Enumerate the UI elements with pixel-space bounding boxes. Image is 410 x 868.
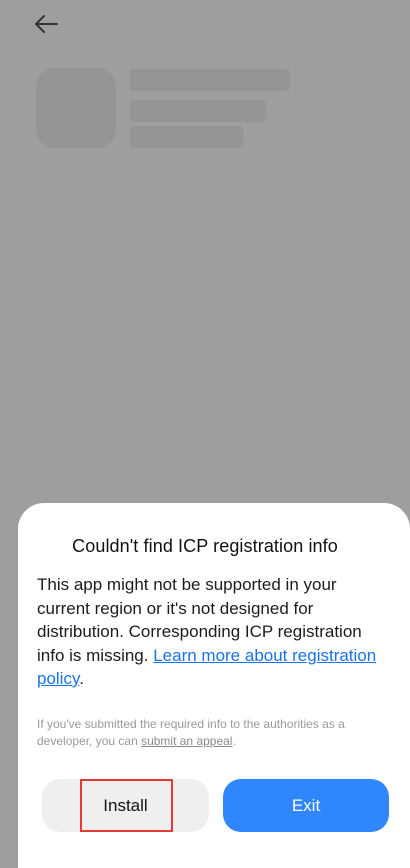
appeal-note: If you've submitted the required info to… xyxy=(37,716,367,749)
app-info-placeholder xyxy=(130,100,266,122)
install-button[interactable]: Install xyxy=(42,779,209,832)
app-icon-placeholder xyxy=(36,68,116,148)
exit-button[interactable]: Exit xyxy=(223,779,389,832)
exit-button-label: Exit xyxy=(291,795,321,815)
app-meta-placeholder xyxy=(130,126,243,148)
dialog-message-end: . xyxy=(79,669,84,688)
app-name-placeholder xyxy=(130,69,290,91)
dialog-title: Couldn't find ICP registration info xyxy=(72,536,338,556)
dialog-message: This app might not be supported in your … xyxy=(37,573,377,691)
arrow-left-icon xyxy=(33,14,59,34)
submit-appeal-link[interactable]: submit an appeal xyxy=(141,734,232,748)
app-screen: Couldn't find ICP registration info This… xyxy=(0,0,410,868)
highlight-box xyxy=(80,779,173,832)
back-button[interactable] xyxy=(30,8,62,40)
appeal-note-end: . xyxy=(232,733,236,748)
icp-dialog: Couldn't find ICP registration info This… xyxy=(18,503,410,868)
